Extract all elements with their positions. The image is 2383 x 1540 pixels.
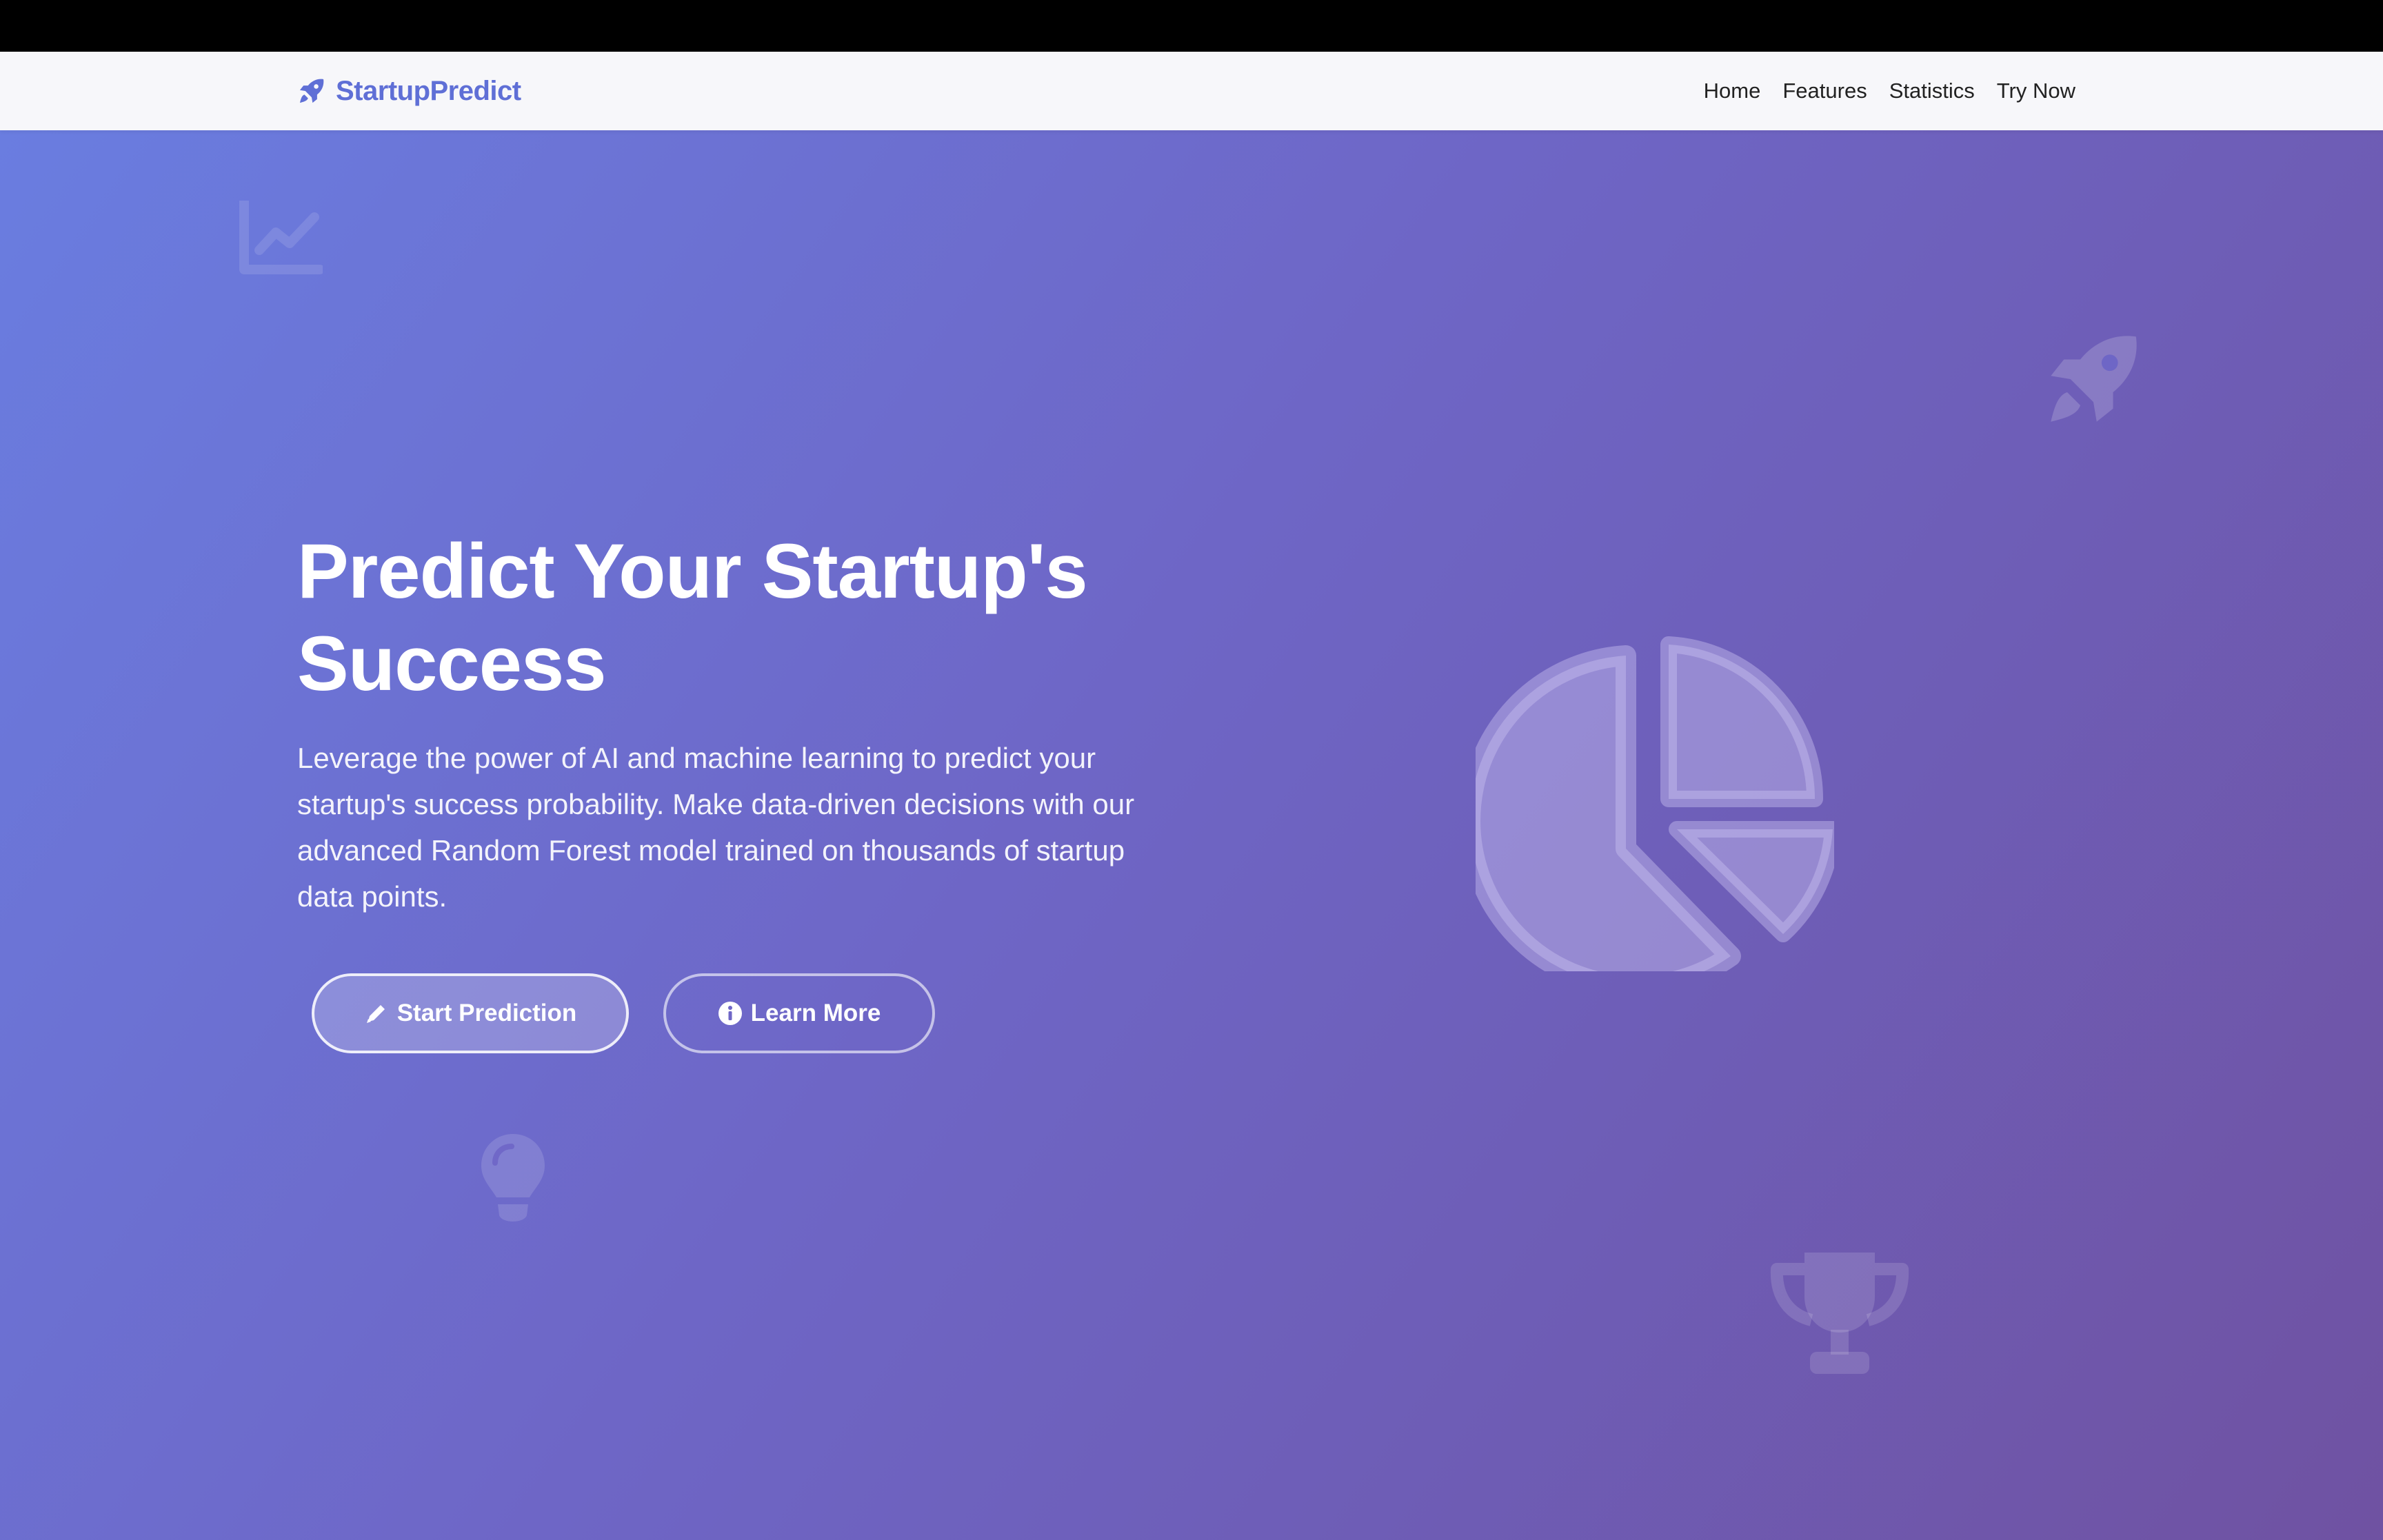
- nav-link-home[interactable]: Home: [1704, 79, 1761, 103]
- hero-description: Leverage the power of AI and machine lea…: [297, 742, 1135, 913]
- trophy-icon: [1770, 1253, 1909, 1374]
- pie-chart-icon: [1476, 636, 1834, 971]
- learn-more-button[interactable]: Learn More: [663, 973, 935, 1053]
- nav-link-try-now[interactable]: Try Now: [1997, 79, 2075, 103]
- rocket-icon: [2051, 336, 2137, 422]
- navbar: StartupPredict Home Features Statistics …: [0, 52, 2383, 130]
- hero-title: Predict Your Startup's Success: [297, 528, 1088, 707]
- chart-line-icon: [239, 201, 323, 274]
- info-circle-icon: [718, 1002, 742, 1025]
- start-prediction-label: Start Prediction: [396, 1000, 577, 1026]
- brand-name: StartupPredict: [336, 75, 521, 106]
- start-prediction-button[interactable]: Start Prediction: [312, 973, 629, 1053]
- lightbulb-icon: [481, 1134, 545, 1222]
- nav-links: Home Features Statistics Try Now: [1704, 52, 2075, 130]
- pencil-icon: [366, 1005, 385, 1023]
- nav-link-statistics[interactable]: Statistics: [1889, 79, 1975, 103]
- hero-section: Predict Your Startup's Success Leverage …: [0, 130, 2383, 1540]
- brand-logo[interactable]: StartupPredict: [297, 70, 521, 112]
- rocket-icon: [299, 79, 324, 103]
- nav-link-features[interactable]: Features: [1782, 79, 1867, 103]
- learn-more-label: Learn More: [750, 1000, 881, 1026]
- browser-top-bar: [0, 0, 2383, 52]
